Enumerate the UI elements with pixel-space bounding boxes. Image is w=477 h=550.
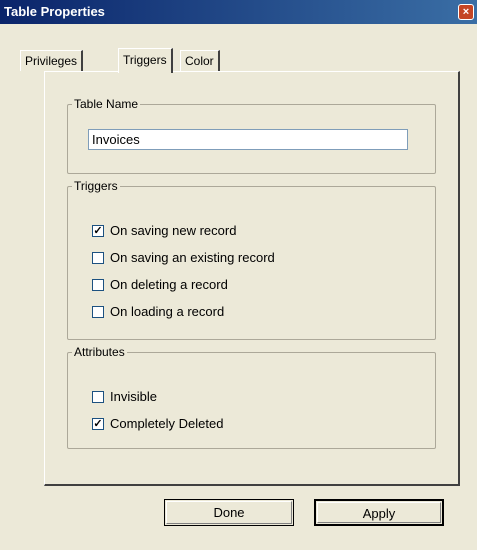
checkbox-on-saving-existing-record[interactable]	[92, 252, 104, 264]
window-title: Table Properties	[4, 4, 105, 19]
attribute-label: Invisible	[110, 389, 157, 404]
triggers-group: Triggers ✓ On saving new record On savin…	[67, 178, 436, 340]
title-bar: Table Properties ×	[0, 0, 477, 24]
tab-triggers[interactable]: Triggers	[118, 48, 173, 73]
tab-color[interactable]: Color	[180, 50, 220, 71]
triggers-legend: Triggers	[72, 178, 120, 194]
table-name-legend: Table Name	[72, 96, 141, 112]
done-button-label: Done	[166, 501, 292, 524]
attribute-label: Completely Deleted	[110, 416, 224, 431]
tab-privileges[interactable]: Privileges	[20, 50, 84, 71]
checkbox-invisible[interactable]	[92, 391, 104, 403]
apply-button[interactable]: Apply	[314, 499, 444, 526]
tab-panel-triggers: Table Name Triggers ✓ On saving new reco…	[44, 71, 460, 486]
table-name-group: Table Name	[67, 96, 436, 174]
table-name-input[interactable]	[88, 129, 408, 150]
checkbox-on-saving-new-record[interactable]: ✓	[92, 225, 104, 237]
checkbox-completely-deleted[interactable]: ✓	[92, 418, 104, 430]
trigger-label: On saving an existing record	[110, 250, 275, 265]
checkbox-on-loading-record[interactable]	[92, 306, 104, 318]
close-icon[interactable]: ×	[458, 4, 474, 20]
checkbox-on-deleting-record[interactable]	[92, 279, 104, 291]
apply-button-label: Apply	[317, 502, 441, 523]
attributes-group: Attributes Invisible ✓ Completely Delete…	[67, 344, 436, 449]
done-button[interactable]: Done	[164, 499, 294, 526]
trigger-label: On loading a record	[110, 304, 225, 319]
attributes-legend: Attributes	[72, 344, 127, 360]
trigger-label: On saving new record	[110, 223, 237, 238]
trigger-label: On deleting a record	[110, 277, 228, 292]
